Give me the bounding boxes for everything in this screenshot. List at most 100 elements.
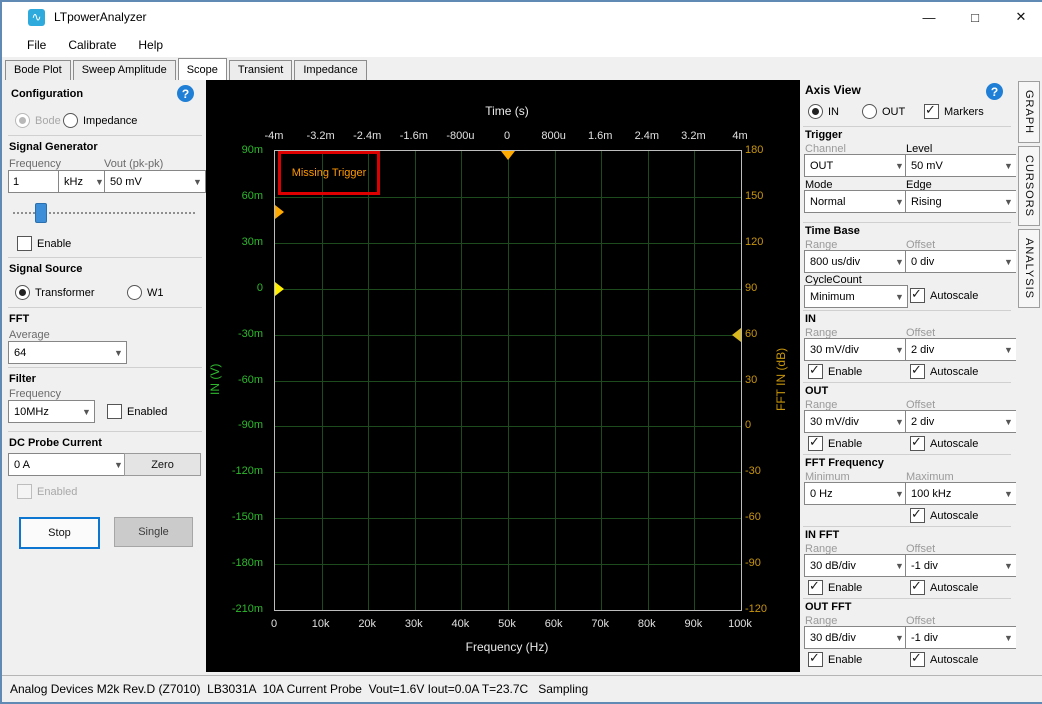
menu-file[interactable]: File	[16, 38, 57, 52]
checkbox-icon	[924, 104, 939, 119]
left-tick-label: -150m	[232, 511, 263, 523]
menu-bar: File Calibrate Help	[2, 32, 1042, 57]
status-text: Analog Devices M2k Rev.D (Z7010) LB3031A…	[10, 682, 588, 696]
out-autoscale-checkbox[interactable]: Autoscale	[910, 436, 978, 451]
cyclecount-dropdown[interactable]: Minimum ▼	[804, 285, 908, 308]
radio-circle-icon	[63, 113, 78, 128]
side-tab-analysis[interactable]: ANALYSIS	[1018, 229, 1040, 308]
maximize-button[interactable]: □	[952, 2, 998, 32]
fft-frequency-title: FFT Frequency	[805, 457, 884, 469]
side-tab-cursors[interactable]: CURSORS	[1018, 146, 1040, 226]
bottom-tick-label: 90k	[685, 618, 703, 630]
filter-enabled-checkbox[interactable]: Enabled	[107, 404, 167, 419]
fft-frequency-autoscale-checkbox[interactable]: Autoscale	[910, 508, 978, 523]
time-base-title: Time Base	[805, 225, 860, 237]
top-axis-ticks: -4m-3.2m-2.4m-1.6m-800u0800u1.6m2.4m3.2m…	[274, 130, 740, 144]
in-axis-title: IN	[805, 313, 816, 325]
impedance-radio[interactable]: Impedance	[63, 113, 137, 128]
bottom-tick-label: 40k	[452, 618, 470, 630]
right-tick-label: 180	[745, 144, 763, 156]
app-window: ∿ LTpowerAnalyzer — □ ✕ File Calibrate H…	[0, 0, 1042, 704]
gridline	[275, 472, 741, 473]
out-range-dropdown[interactable]: 30 mV/div ▼	[804, 410, 908, 433]
tab-impedance[interactable]: Impedance	[294, 60, 366, 80]
trigger-level-dropdown[interactable]: 50 mV ▼	[905, 154, 1017, 177]
stop-button[interactable]: Stop	[19, 517, 100, 549]
fft-minimum-dropdown[interactable]: 0 Hz ▼	[804, 482, 908, 505]
bottom-tick-label: 80k	[638, 618, 656, 630]
time-zero-marker[interactable]	[501, 151, 515, 160]
configuration-panel: Configuration ? Bode Impedance Signal Ge…	[5, 80, 205, 672]
trigger-edge-dropdown[interactable]: Rising ▼	[905, 190, 1017, 213]
help-icon[interactable]: ?	[986, 83, 1003, 100]
tab-bode-plot[interactable]: Bode Plot	[5, 60, 71, 80]
close-button[interactable]: ✕	[998, 2, 1042, 32]
time-base-autoscale-checkbox[interactable]: Autoscale	[910, 288, 978, 303]
zero-button[interactable]: Zero	[124, 453, 201, 476]
in-fft-range-dropdown[interactable]: 30 dB/div ▼	[804, 554, 908, 577]
left-tick-label: 0	[257, 282, 263, 294]
tab-sweep-amplitude[interactable]: Sweep Amplitude	[73, 60, 176, 80]
dc-probe-current-dropdown[interactable]: 0 A ▼	[8, 453, 127, 476]
minimize-button[interactable]: —	[906, 2, 952, 32]
trigger-channel-dropdown[interactable]: OUT ▼	[804, 154, 908, 177]
bottom-tick-label: 50k	[498, 618, 516, 630]
checkbox-icon	[910, 436, 925, 451]
axis-view-in-radio[interactable]: IN	[808, 104, 839, 119]
out-enable-checkbox[interactable]: Enable	[808, 436, 862, 451]
menu-help[interactable]: Help	[127, 38, 174, 52]
checkbox-icon	[17, 484, 32, 499]
chevron-down-icon: ▼	[1001, 633, 1016, 643]
filter-title: Filter	[9, 373, 36, 385]
app-icon: ∿	[28, 9, 45, 26]
transformer-radio[interactable]: Transformer	[15, 285, 95, 300]
w1-radio[interactable]: W1	[127, 285, 164, 300]
menu-calibrate[interactable]: Calibrate	[57, 38, 127, 52]
in-range-dropdown[interactable]: 30 mV/div ▼	[804, 338, 908, 361]
in-fft-enable-checkbox[interactable]: Enable	[808, 580, 862, 595]
out-fft-range-dropdown[interactable]: 30 dB/div ▼	[804, 626, 908, 649]
out-fft-enable-checkbox[interactable]: Enable	[808, 652, 862, 667]
help-icon[interactable]: ?	[177, 85, 194, 102]
radio-circle-icon	[127, 285, 142, 300]
separator	[803, 454, 1011, 455]
axis-view-title: Axis View	[805, 83, 861, 97]
in-offset-dropdown[interactable]: 2 div ▼	[905, 338, 1017, 361]
in-fft-autoscale-checkbox[interactable]: Autoscale	[910, 580, 978, 595]
trigger-level-marker[interactable]	[275, 205, 284, 219]
bottom-axis-title: Frequency (Hz)	[274, 640, 740, 654]
in-fft-offset-marker[interactable]	[732, 328, 741, 342]
amplitude-slider-handle[interactable]	[35, 203, 47, 223]
left-tick-label: -90m	[238, 419, 263, 431]
filter-frequency-label: Frequency	[9, 388, 61, 400]
axis-view-out-radio[interactable]: OUT	[862, 104, 905, 119]
tab-transient[interactable]: Transient	[229, 60, 292, 80]
out-fft-offset-dropdown[interactable]: -1 div ▼	[905, 626, 1017, 649]
bottom-tick-label: 0	[271, 618, 277, 630]
separator	[8, 431, 202, 432]
fft-average-dropdown[interactable]: 64 ▼	[8, 341, 127, 364]
signal-generator-enable-checkbox[interactable]: Enable	[17, 236, 71, 251]
trigger-mode-dropdown[interactable]: Normal ▼	[804, 190, 908, 213]
frequency-unit-dropdown[interactable]: kHz ▼	[58, 170, 108, 193]
out-offset-dropdown[interactable]: 2 div ▼	[905, 410, 1017, 433]
side-tab-graph[interactable]: GRAPH	[1018, 81, 1040, 143]
top-tick-label: -3.2m	[307, 130, 335, 142]
time-base-range-dropdown[interactable]: 800 us/div ▼	[804, 250, 908, 273]
out-fft-autoscale-checkbox[interactable]: Autoscale	[910, 652, 978, 667]
markers-checkbox[interactable]: Markers	[924, 104, 984, 119]
plot-canvas[interactable]	[274, 150, 742, 611]
single-button[interactable]: Single	[114, 517, 193, 547]
out-fft-title: OUT FFT	[805, 601, 851, 613]
frequency-input[interactable]	[8, 170, 62, 193]
right-tick-label: -120	[745, 603, 767, 615]
vout-dropdown[interactable]: 50 mV ▼	[104, 170, 206, 193]
fft-maximum-dropdown[interactable]: 100 kHz ▼	[905, 482, 1017, 505]
tab-scope[interactable]: Scope	[178, 58, 227, 80]
in-autoscale-checkbox[interactable]: Autoscale	[910, 364, 978, 379]
filter-frequency-dropdown[interactable]: 10MHz ▼	[8, 400, 95, 423]
in-enable-checkbox[interactable]: Enable	[808, 364, 862, 379]
time-base-offset-dropdown[interactable]: 0 div ▼	[905, 250, 1017, 273]
in-fft-offset-dropdown[interactable]: -1 div ▼	[905, 554, 1017, 577]
in-offset-marker[interactable]	[275, 282, 284, 296]
